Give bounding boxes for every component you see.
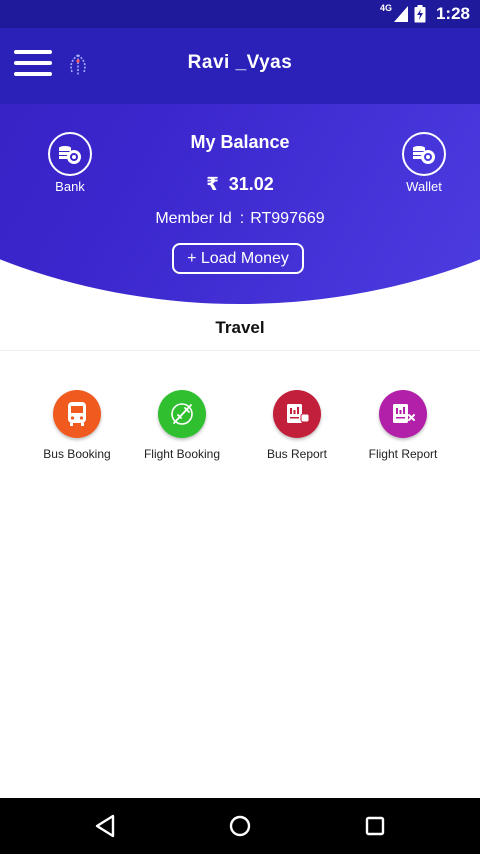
flight-report-button[interactable]: Flight Report (348, 390, 458, 461)
home-button[interactable] (226, 812, 254, 840)
balance-card: Bank Wallet My Balance ₹31.02 Member Id:… (0, 104, 480, 304)
currency-symbol: ₹ (206, 174, 219, 194)
system-nav-bar (0, 798, 480, 854)
page-title: Ravi _Vyas (187, 52, 293, 73)
member-id-row: Member Id: RT997669 (0, 210, 480, 228)
balance-value: 31.02 (228, 174, 274, 194)
flight-report-icon (379, 390, 427, 438)
section-divider (0, 350, 480, 351)
recent-apps-button[interactable] (361, 812, 389, 840)
section-title: Travel (215, 318, 265, 337)
balance-amount: ₹31.02 (0, 174, 480, 195)
flight-booking-button[interactable]: Flight Booking (127, 390, 237, 461)
service-label: Flight Booking (143, 447, 221, 461)
status-icons: 4G 1:28 (380, 0, 470, 28)
status-bar: 4G 1:28 (0, 0, 480, 28)
status-time: 1:28 (435, 4, 470, 23)
bus-report-icon (273, 390, 321, 438)
back-icon (95, 814, 115, 838)
service-label: Bus Booking (43, 447, 111, 461)
member-id-separator: : (239, 210, 245, 227)
signal-icon (393, 6, 408, 22)
bus-booking-button[interactable]: Bus Booking (22, 390, 132, 461)
service-label: Bus Report (266, 447, 328, 461)
bus-report-button[interactable]: Bus Report (242, 390, 352, 461)
member-id-label: Member Id (155, 210, 232, 227)
back-button[interactable] (92, 812, 120, 840)
member-id-value: RT997669 (250, 210, 325, 227)
recent-apps-icon (365, 816, 385, 836)
home-icon (229, 815, 251, 837)
bus-icon (53, 390, 101, 438)
load-money-button[interactable]: + Load Money (172, 243, 304, 274)
plane-icon (158, 390, 206, 438)
balance-title: My Balance (190, 132, 290, 152)
services-grid: Bus Booking Flight Booking Bus Report Fl… (0, 390, 480, 480)
service-label: Flight Report (368, 447, 438, 461)
battery-icon (414, 5, 426, 23)
app-bar: Ravi _Vyas (0, 28, 480, 104)
network-type-label: 4G (379, 3, 392, 13)
